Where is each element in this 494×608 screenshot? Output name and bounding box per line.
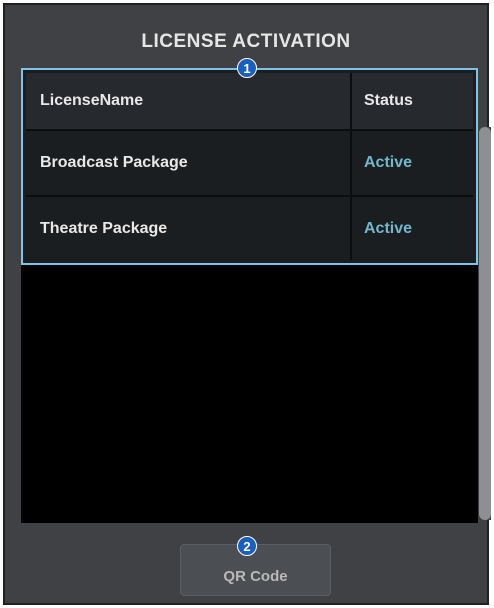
license-status-cell: Active [350, 197, 473, 260]
license-name-cell: Broadcast Package [40, 154, 188, 171]
license-status-cell: Active [350, 131, 473, 195]
scrollbar-thumb[interactable] [479, 127, 491, 520]
scrollbar[interactable] [479, 127, 491, 520]
license-list-area[interactable]: LicenseName Status Broadcast Package Act… [21, 68, 478, 523]
page-title: LICENSE ACTIVATION [141, 31, 351, 52]
column-header-license-name: LicenseName [40, 92, 144, 109]
table-header-row: LicenseName Status [26, 73, 473, 131]
table-row[interactable]: Theatre Package Active [26, 197, 473, 260]
table-row[interactable]: Broadcast Package Active [26, 131, 473, 197]
callout-badge-1: 1 [237, 58, 257, 78]
qr-code-button[interactable]: QR Code [180, 544, 331, 596]
license-table: LicenseName Status Broadcast Package Act… [21, 68, 478, 265]
license-name-cell: Theatre Package [40, 219, 168, 237]
callout-badge-2: 2 [237, 536, 257, 556]
column-header-status: Status [350, 73, 473, 129]
license-activation-panel: LICENSE ACTIVATION LicenseName Status Br… [3, 3, 491, 605]
